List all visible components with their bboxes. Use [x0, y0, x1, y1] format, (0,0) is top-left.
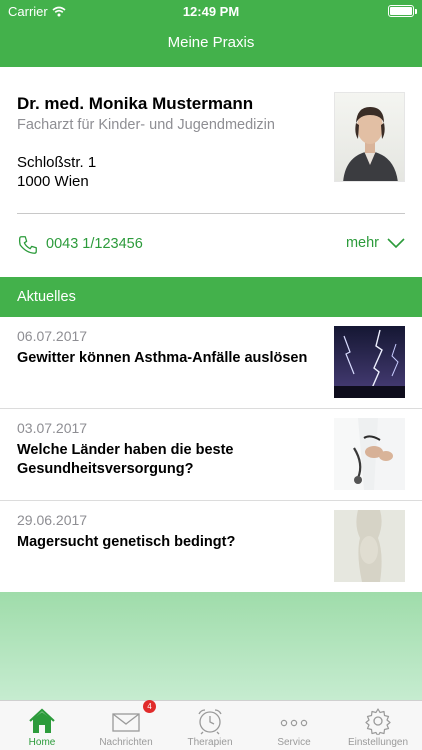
empty-background	[0, 592, 422, 700]
news-item[interactable]: 29.06.2017 Magersucht genetisch bedingt?	[0, 501, 422, 593]
tab-label: Home	[28, 737, 56, 748]
phone-number-link[interactable]: 0043 1/123456	[46, 236, 143, 252]
unread-messages-badge: 4	[143, 700, 156, 713]
doctor-name: Dr. med. Monika Mustermann	[17, 94, 254, 113]
news-date: 29.06.2017	[17, 512, 88, 528]
tab-label: Nachrichten	[99, 737, 153, 748]
doctor-city: 1000 Wien	[17, 173, 89, 190]
phone-row[interactable]: 0043 1/123456 mehr	[17, 232, 405, 258]
news-title: Gewitter können Asthma-Anfälle auslösen	[17, 350, 308, 366]
more-dots-icon	[280, 719, 308, 727]
news-date: 03.07.2017	[17, 420, 88, 436]
tab-bar: Home Nachrichten Therapien Service Einst…	[0, 700, 422, 750]
alarm-clock-icon	[198, 709, 222, 735]
battery-icon	[388, 5, 417, 17]
tab-label: Einstellungen	[347, 737, 409, 748]
doctor-specialty: Facharzt für Kinder- und Jugendmedizin	[17, 117, 275, 133]
more-label: mehr	[345, 235, 379, 251]
news-item[interactable]: 06.07.2017 Gewitter können Asthma-Anfäll…	[0, 317, 422, 409]
news-item[interactable]: 03.07.2017 Welche Länder haben die beste…	[0, 409, 422, 501]
stethoscope-thumbnail	[334, 418, 405, 490]
news-date: 06.07.2017	[17, 328, 88, 344]
phone-icon	[18, 236, 37, 254]
home-icon	[29, 708, 55, 733]
tab-home[interactable]: Home	[0, 701, 84, 750]
chevron-down-icon	[387, 238, 405, 248]
doctor-photo	[334, 92, 405, 182]
tab-label: Service	[277, 737, 311, 748]
gear-icon	[365, 708, 391, 735]
divider	[17, 213, 405, 214]
envelope-icon	[112, 713, 140, 732]
navigation-header: Carrier 12:49 PM Meine Praxis	[0, 0, 422, 67]
status-time: 12:49 PM	[182, 4, 240, 19]
tab-service[interactable]: Service	[252, 701, 336, 750]
page-title: Meine Praxis	[167, 34, 255, 51]
news-section-header: Aktuelles	[0, 277, 422, 317]
news-title: Magersucht genetisch bedingt?	[17, 534, 236, 550]
doctor-card: Dr. med. Monika Mustermann Facharzt für …	[0, 67, 422, 277]
lightning-thumbnail	[334, 326, 405, 398]
doctor-street: Schloßstr. 1	[17, 154, 97, 171]
silhouette-thumbnail	[334, 510, 405, 582]
status-bar: Carrier 12:49 PM	[0, 0, 422, 22]
tab-einstellungen[interactable]: Einstellungen	[336, 701, 420, 750]
more-button[interactable]: mehr	[346, 235, 405, 251]
tab-label: Therapien	[187, 737, 233, 748]
news-title: Welche Länder haben die beste Gesundheit…	[17, 442, 234, 477]
tab-therapien[interactable]: Therapien	[168, 701, 252, 750]
